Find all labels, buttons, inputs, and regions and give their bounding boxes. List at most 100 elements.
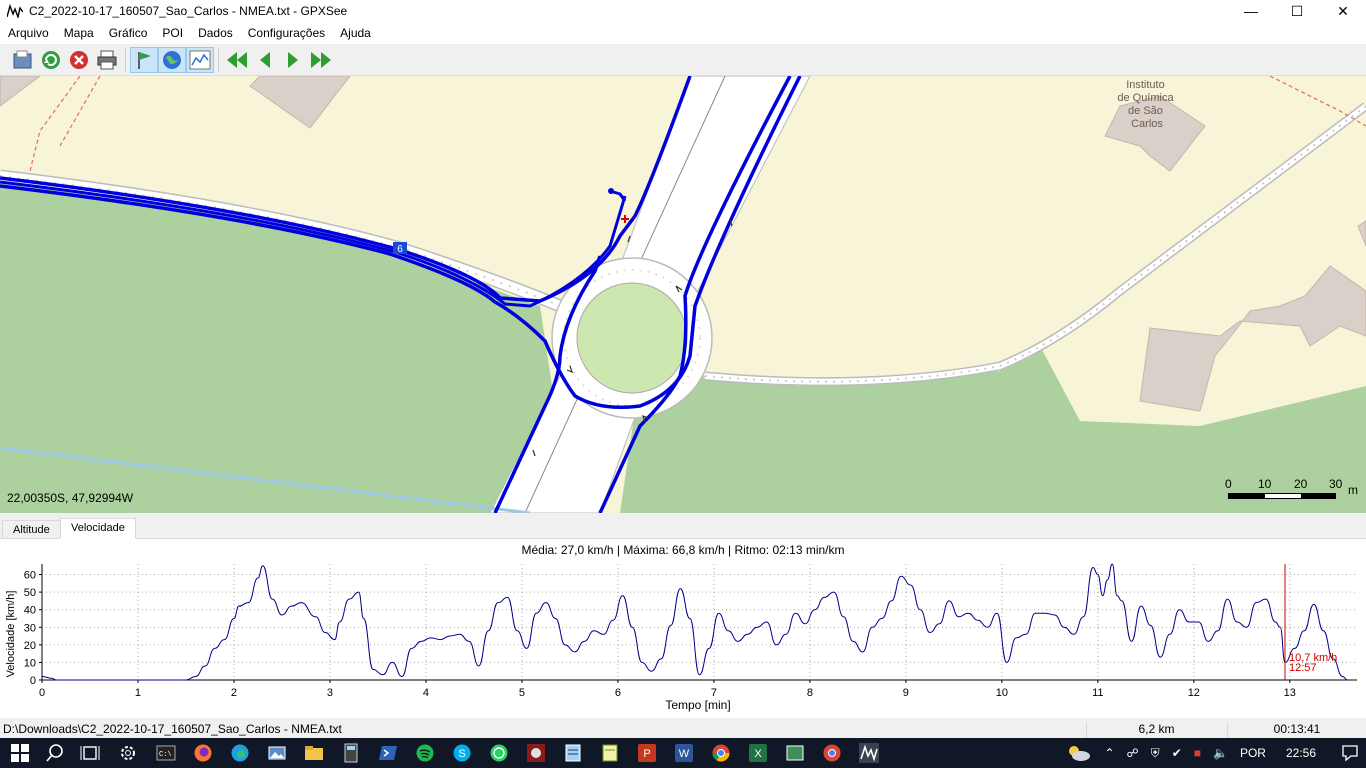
y-tick-label: 20 — [24, 640, 36, 652]
notepad-plus-icon[interactable] — [600, 743, 620, 763]
coordinate-readout: 22,00350S, 47,92994W — [7, 491, 134, 505]
drive-icon[interactable]: ☍ — [1127, 746, 1139, 760]
x-tick-label: 0 — [39, 687, 45, 699]
place-label-line: Carlos — [1131, 118, 1163, 130]
y-tick-label: 30 — [24, 622, 36, 634]
excel-icon[interactable]: X — [748, 743, 768, 763]
svg-text:X: X — [754, 748, 762, 760]
task-view-icon[interactable] — [80, 743, 100, 763]
gpxsee-app-icon — [7, 4, 23, 18]
title-bar: C2_2022-10-17_160507_Sao_Carlos - NMEA.t… — [0, 0, 1366, 22]
y-tick-label: 60 — [24, 570, 36, 582]
notepad-icon[interactable] — [563, 743, 583, 763]
x-tick-label: 8 — [807, 687, 813, 699]
open-icon[interactable] — [9, 47, 37, 73]
y-axis-label: Velocidade [km/h] — [5, 591, 17, 678]
menu-dados[interactable]: Dados — [190, 26, 240, 40]
menu-mapa[interactable]: Mapa — [56, 26, 101, 40]
x-tick-label: 7 — [711, 687, 717, 699]
x-tick-label: 2 — [231, 687, 237, 699]
toolbar-separator — [125, 47, 126, 72]
tab-velocidade[interactable]: Velocidade — [60, 518, 136, 539]
position-marker — [621, 215, 629, 223]
scale-label: 30 — [1329, 477, 1343, 491]
toolbar — [0, 44, 1366, 76]
x-tick-label: 9 — [903, 687, 909, 699]
photos-icon[interactable] — [267, 743, 287, 763]
notifications-icon[interactable] — [1340, 743, 1360, 763]
keyboard-language[interactable]: POR — [1240, 746, 1266, 760]
security-icon[interactable]: ⛨ — [1151, 746, 1160, 761]
svg-text:W: W — [679, 748, 690, 760]
menu-configuracoes[interactable]: Configurações — [240, 26, 332, 40]
building — [1357, 220, 1366, 247]
terminal-icon[interactable]: C:\ — [156, 743, 176, 763]
wifi-icon[interactable]: ✔ — [1172, 746, 1182, 760]
settings-icon[interactable] — [118, 743, 138, 763]
show-waypoints-icon[interactable] — [130, 46, 158, 73]
menu-poi[interactable]: POI — [154, 26, 190, 40]
reload-icon[interactable] — [37, 47, 65, 73]
road-ref-label: 6 — [397, 244, 403, 255]
menu-arquivo[interactable]: Arquivo — [0, 26, 56, 40]
map-canvas[interactable]: 6 Instituto de Química de São Carlos — [0, 76, 1366, 513]
weather-icon[interactable] — [1064, 743, 1092, 763]
first-file-icon[interactable] — [223, 47, 251, 73]
close-window-button[interactable]: ✕ — [1320, 0, 1366, 22]
word-icon[interactable]: W — [674, 743, 694, 763]
place-label-line: Instituto — [1126, 79, 1165, 91]
gpxsee-taskbar-icon[interactable] — [859, 743, 879, 763]
search-icon[interactable] — [45, 743, 65, 763]
calculator-icon[interactable] — [341, 743, 361, 763]
y-tick-label: 0 — [30, 675, 36, 687]
admin-boundary — [59, 76, 101, 147]
firefox-icon[interactable] — [193, 743, 213, 763]
x-tick-label: 11 — [1092, 687, 1103, 699]
status-file-path: D:\Downloads\C2_2022-10-17_160507_Sao_Ca… — [3, 722, 342, 736]
speed-chart[interactable]: Velocidade [km/h] Tempo [min] 0123456789… — [0, 539, 1366, 718]
x-tick-label: 12 — [1188, 687, 1200, 699]
y-tick-label: 50 — [24, 587, 36, 599]
x-tick-label: 1 — [135, 687, 141, 699]
menu-bar: Arquivo Mapa Gráfico POI Dados Configura… — [0, 22, 1366, 44]
speed-graph[interactable]: Média: 27,0 km/h | Máxima: 66,8 km/h | R… — [0, 539, 1366, 718]
app-icon[interactable] — [785, 743, 805, 763]
chrome-icon[interactable] — [711, 743, 731, 763]
maximize-button[interactable]: ☐ — [1274, 0, 1320, 22]
track-marker — [608, 188, 614, 194]
skype-icon[interactable]: S — [452, 743, 472, 763]
svg-text:S: S — [458, 748, 465, 760]
building — [1139, 265, 1366, 412]
previous-file-icon[interactable] — [251, 47, 279, 73]
tab-altitude[interactable]: Altitude — [2, 520, 61, 539]
place-label-line: de São — [1128, 105, 1163, 117]
close-file-icon[interactable] — [65, 47, 93, 73]
virus-app-icon[interactable] — [526, 743, 546, 763]
clock[interactable]: 22:56 — [1286, 746, 1316, 760]
chrome-profile-icon[interactable] — [822, 743, 842, 763]
powershell-icon[interactable] — [378, 743, 398, 763]
antivirus-icon[interactable]: ■ — [1194, 746, 1201, 760]
whatsapp-icon[interactable] — [489, 743, 509, 763]
show-map-icon[interactable] — [158, 46, 186, 73]
show-hidden-icons-icon[interactable]: ⌃ — [1104, 746, 1114, 760]
print-icon[interactable] — [93, 47, 121, 73]
file-explorer-icon[interactable] — [304, 743, 324, 763]
volume-icon[interactable]: 🔈 — [1213, 746, 1228, 760]
spotify-icon[interactable] — [415, 743, 435, 763]
menu-grafico[interactable]: Gráfico — [101, 26, 155, 40]
window-controls: — ☐ ✕ — [1228, 0, 1366, 22]
x-tick-label: 4 — [423, 687, 429, 699]
powerpoint-icon[interactable]: P — [637, 743, 657, 763]
show-graph-icon[interactable] — [186, 46, 214, 73]
map-view[interactable]: 6 Instituto de Química de São Carlos 22,… — [0, 76, 1366, 513]
edge-icon[interactable] — [230, 743, 250, 763]
y-tick-label: 10 — [24, 657, 36, 669]
minimize-button[interactable]: — — [1228, 0, 1274, 22]
last-file-icon[interactable] — [307, 47, 335, 73]
menu-ajuda[interactable]: Ajuda — [332, 26, 378, 40]
scale-label: 0 — [1225, 477, 1232, 491]
next-file-icon[interactable] — [279, 47, 307, 73]
windows-start-icon[interactable] — [10, 743, 30, 763]
graph-tabs: Altitude Velocidade — [0, 513, 1366, 539]
